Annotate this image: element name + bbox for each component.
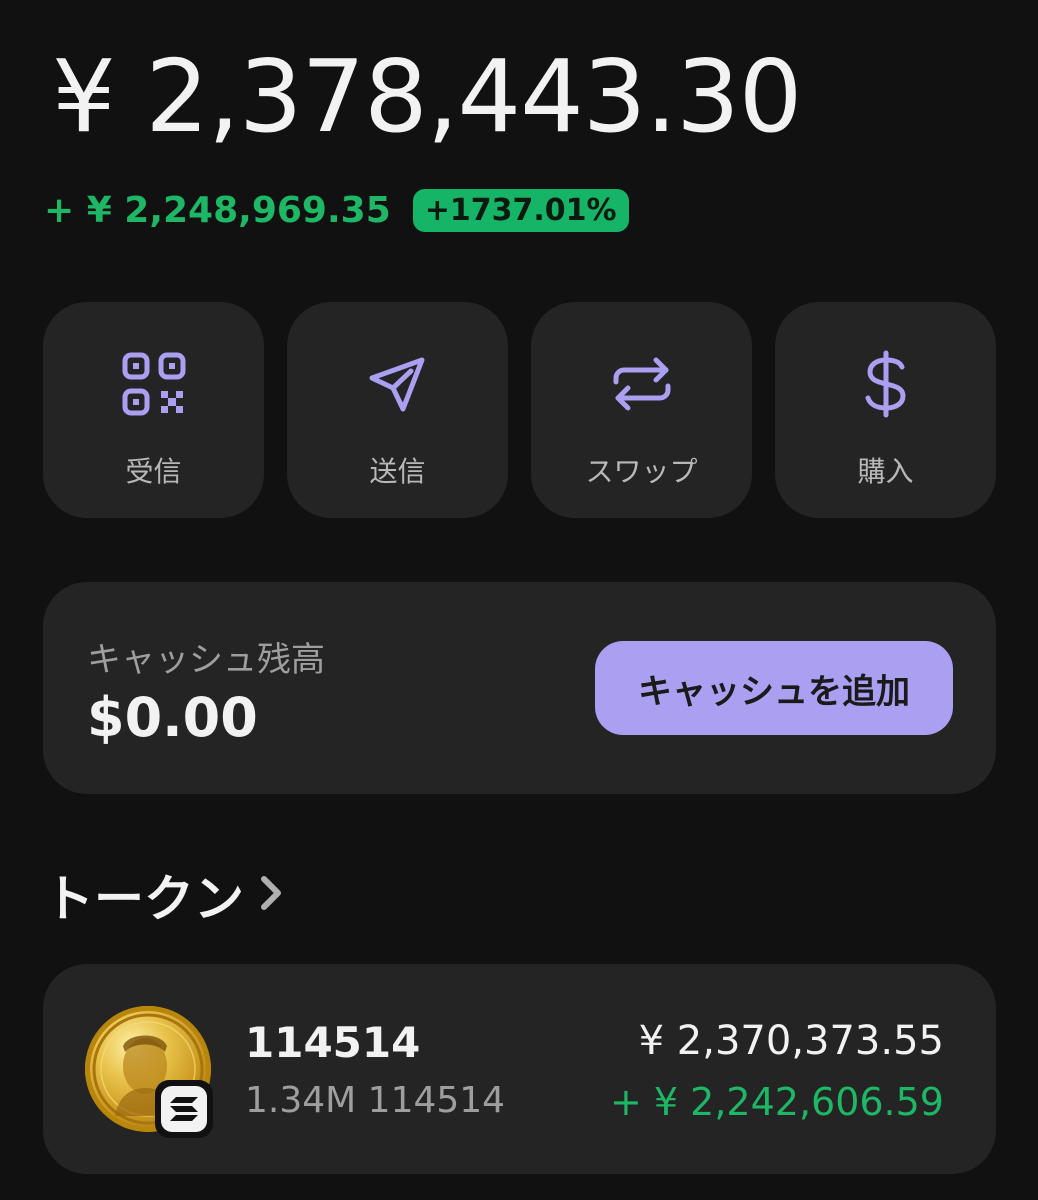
qr-code-icon (118, 348, 190, 420)
receive-label: 受信 (125, 455, 182, 488)
action-buttons: 受信 送信 スワップ 購入 (43, 302, 996, 518)
token-change: + ¥ 2,242,606.59 (609, 1080, 944, 1124)
swap-label: スワップ (585, 455, 698, 488)
swap-icon (606, 348, 678, 420)
balance-change-amount: + ¥ 2,248,969.35 (44, 189, 391, 231)
token-name: 114514 (245, 1018, 421, 1067)
buy-button[interactable]: 購入 (775, 302, 996, 518)
token-amount: 1.34M 114514 (245, 1080, 506, 1121)
cash-balance-value: $0.00 (87, 686, 258, 749)
token-avatar (85, 1006, 213, 1138)
send-icon (362, 348, 434, 420)
cash-balance-card: キャッシュ残高 $0.00 キャッシュを追加 (43, 582, 996, 794)
tokens-section-header[interactable]: トークン (44, 862, 284, 928)
tokens-section-title: トークン (44, 870, 244, 928)
chevron-right-icon (258, 873, 284, 917)
buy-label: 購入 (857, 455, 914, 488)
add-cash-button[interactable]: キャッシュを追加 (595, 641, 953, 735)
token-value: ¥ 2,370,373.55 (638, 1018, 944, 1064)
send-button[interactable]: 送信 (287, 302, 508, 518)
total-balance: ¥ 2,378,443.30 (52, 38, 802, 155)
dollar-icon (850, 348, 922, 420)
balance-change-row: + ¥ 2,248,969.35 +1737.01% (44, 184, 629, 236)
token-row[interactable]: 114514 1.34M 114514 ¥ 2,370,373.55 + ¥ 2… (43, 964, 996, 1174)
receive-button[interactable]: 受信 (43, 302, 264, 518)
solana-icon (161, 1086, 207, 1132)
send-label: 送信 (369, 455, 426, 488)
swap-button[interactable]: スワップ (531, 302, 752, 518)
cash-balance-label: キャッシュ残高 (87, 640, 325, 680)
chain-badge (155, 1080, 213, 1138)
balance-change-percent-badge: +1737.01% (412, 188, 629, 232)
